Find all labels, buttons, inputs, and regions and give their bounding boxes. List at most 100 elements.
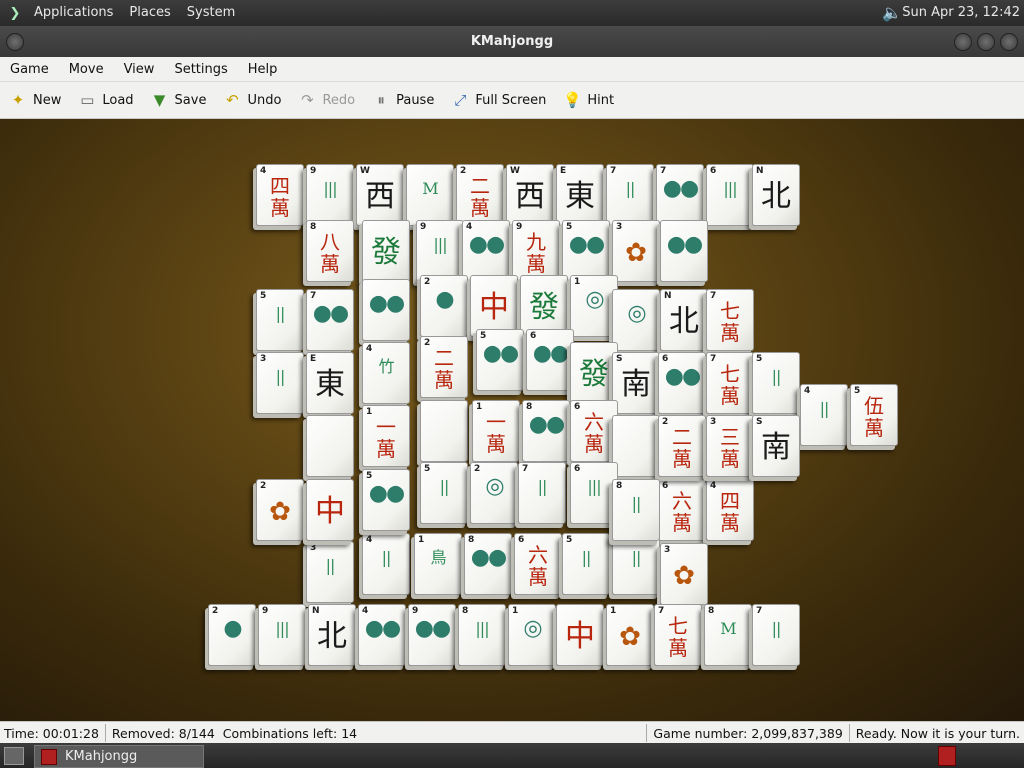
clock[interactable]: Sun Apr 23, 12:42: [902, 0, 1020, 26]
menu-help[interactable]: Help: [238, 62, 288, 77]
menu-game[interactable]: Game: [0, 62, 59, 77]
mahjong-tile[interactable]: 1一 萬: [472, 400, 520, 462]
mahjong-tile[interactable]: 2 ●: [208, 604, 256, 666]
mahjong-tile[interactable]: 5 ●●: [362, 469, 410, 531]
mahjong-tile[interactable]: 1一 萬: [362, 405, 410, 467]
mahjong-tile[interactable]: 7 ||: [606, 164, 654, 226]
mahjong-tile[interactable]: [420, 400, 468, 462]
window-titlebar[interactable]: KMahjongg: [0, 26, 1024, 57]
pause-button[interactable]: ⏸ Pause: [363, 85, 442, 115]
hint-button[interactable]: 💡 Hint: [554, 85, 622, 115]
mahjong-tile[interactable]: E東: [556, 164, 604, 226]
show-desktop-icon[interactable]: [4, 747, 24, 765]
mahjong-tile[interactable]: 7 ||: [518, 462, 566, 524]
mahjong-tile[interactable]: 6 |||: [706, 164, 754, 226]
places-menu[interactable]: Places: [121, 0, 178, 26]
load-button[interactable]: ▭ Load: [69, 85, 141, 115]
mahjong-tile[interactable]: 8 ||: [612, 479, 660, 541]
taskbar-item-kmahjongg[interactable]: KMahjongg: [34, 745, 204, 768]
mahjong-tile[interactable]: 發: [570, 342, 618, 404]
mahjong-tile[interactable]: 2二 萬: [420, 336, 468, 398]
mahjong-tile[interactable]: [306, 415, 354, 477]
mahjong-tile[interactable]: 3三 萬: [706, 415, 754, 477]
mahjong-tile[interactable]: 2二 萬: [456, 164, 504, 226]
mahjong-tile[interactable]: 5 ||: [420, 462, 468, 524]
menu-settings[interactable]: Settings: [164, 62, 237, 77]
redo-button[interactable]: ↷ Redo: [289, 85, 363, 115]
maximize-button[interactable]: [977, 33, 995, 51]
mahjong-tile[interactable]: 7七 萬: [654, 604, 702, 666]
mahjong-tile[interactable]: 1 ◎: [570, 275, 618, 337]
mahjong-tile[interactable]: 2 ◎: [470, 462, 518, 524]
mahjong-tile[interactable]: 7 ●●: [306, 289, 354, 351]
volume-icon[interactable]: 🔈: [882, 3, 902, 23]
mahjong-tile[interactable]: 3 ✿: [612, 220, 660, 282]
mahjong-tile[interactable]: M: [406, 164, 454, 226]
mahjong-tile[interactable]: 3 ||: [306, 541, 354, 603]
mahjong-tile[interactable]: 4四 萬: [706, 479, 754, 541]
mahjong-tile[interactable]: W西: [356, 164, 404, 226]
mahjong-tile[interactable]: 4四 萬: [256, 164, 304, 226]
undo-button[interactable]: ↶ Undo: [214, 85, 289, 115]
mahjong-tile[interactable]: 9九 萬: [512, 220, 560, 282]
mahjong-tile[interactable]: 1 ✿: [606, 604, 654, 666]
mahjong-tile[interactable]: 9 ●●: [408, 604, 456, 666]
mahjong-tile[interactable]: 2二 萬: [658, 415, 706, 477]
mahjong-tile[interactable]: 4 ●●: [462, 220, 510, 282]
mahjong-tile[interactable]: N北: [660, 289, 708, 351]
mahjong-tile[interactable]: [612, 415, 660, 477]
mahjong-tile[interactable]: 5 ●●: [562, 220, 610, 282]
mahjong-tile[interactable]: 8 ●●: [522, 400, 570, 462]
mahjong-tile[interactable]: 1 ◎: [508, 604, 556, 666]
mahjong-tile[interactable]: 4 ||: [800, 384, 848, 446]
mahjong-tile[interactable]: S南: [612, 352, 660, 414]
mahjong-tile[interactable]: 6六 萬: [658, 479, 706, 541]
mahjong-tile[interactable]: N北: [308, 604, 356, 666]
mahjong-tile[interactable]: 中: [470, 275, 518, 337]
mahjong-tile[interactable]: 5 ||: [256, 289, 304, 351]
mahjong-tile[interactable]: W西: [506, 164, 554, 226]
mahjong-tile[interactable]: 8M: [704, 604, 752, 666]
mahjong-tile[interactable]: 6六 萬: [514, 533, 562, 595]
system-menu[interactable]: System: [179, 0, 243, 26]
mahjong-tile[interactable]: 發: [362, 220, 410, 282]
save-button[interactable]: ▼ Save: [142, 85, 215, 115]
tray-kmahjongg-icon[interactable]: [938, 746, 956, 766]
mahjong-tile[interactable]: 3 ||: [256, 352, 304, 414]
mahjong-tile[interactable]: E東: [306, 352, 354, 414]
mahjong-tile[interactable]: N北: [752, 164, 800, 226]
mahjong-tile[interactable]: 7 ●●: [656, 164, 704, 226]
close-button[interactable]: [1000, 33, 1018, 51]
mahjong-tile[interactable]: 6 |||: [570, 462, 618, 524]
mahjong-tile[interactable]: 9 |||: [416, 220, 464, 282]
mahjong-tile[interactable]: 8 |||: [458, 604, 506, 666]
mahjong-tile[interactable]: 9 |||: [258, 604, 306, 666]
mahjong-tile[interactable]: S南: [752, 415, 800, 477]
mahjong-tile[interactable]: 7七 萬: [706, 289, 754, 351]
menu-move[interactable]: Move: [59, 62, 114, 77]
mahjong-tile[interactable]: 2||: [612, 533, 660, 595]
mahjong-tile[interactable]: 6六 萬: [570, 400, 618, 462]
gnome-foot-icon[interactable]: ❯: [4, 2, 26, 24]
mahjong-tile[interactable]: 2 ●: [420, 275, 468, 337]
menu-view[interactable]: View: [114, 62, 165, 77]
mahjong-tile[interactable]: 6 ●●: [526, 329, 574, 391]
new-button[interactable]: ✦ New: [0, 85, 69, 115]
mahjong-tile[interactable]: 發: [520, 275, 568, 337]
fullscreen-button[interactable]: ⤢ Full Screen: [442, 85, 554, 115]
mahjong-tile[interactable]: ●●: [362, 279, 410, 341]
minimize-button[interactable]: [954, 33, 972, 51]
mahjong-tile[interactable]: 8八 萬: [306, 220, 354, 282]
applications-menu[interactable]: Applications: [26, 0, 121, 26]
mahjong-tile[interactable]: 5 ||: [562, 533, 610, 595]
mahjong-tile[interactable]: 7七 萬: [706, 352, 754, 414]
mahjong-tile[interactable]: 中: [306, 479, 354, 541]
game-board[interactable]: 4四 萬 9 ||| W 西 M 2 二 萬 W 西 E 東 7 || 7 ●● 6 ||| N 北 8 八 萬發 9 |||…: [0, 119, 1024, 721]
mahjong-tile[interactable]: 5 ●●: [476, 329, 524, 391]
mahjong-tile[interactable]: 1鳥: [414, 533, 462, 595]
mahjong-tile[interactable]: 2 ✿: [256, 479, 304, 541]
mahjong-tile[interactable]: 6 ●●: [658, 352, 706, 414]
mahjong-tile[interactable]: 8 ●●: [464, 533, 512, 595]
mahjong-tile[interactable]: 中: [556, 604, 604, 666]
mahjong-tile[interactable]: ◎: [612, 289, 660, 351]
